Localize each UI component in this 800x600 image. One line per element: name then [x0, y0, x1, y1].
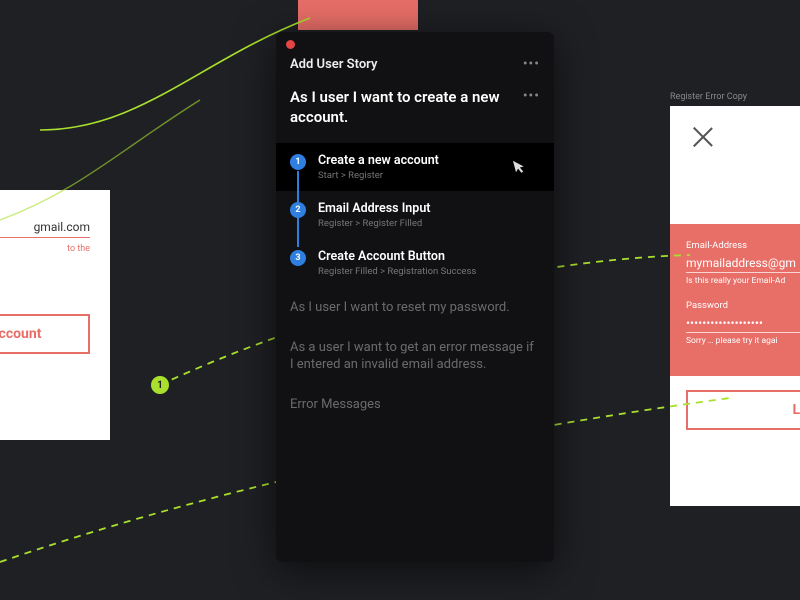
step-number-badge: 3 [290, 250, 306, 266]
password-field[interactable]: ••••••••••••••••••• [686, 314, 800, 333]
story-item[interactable]: Error Messages [290, 396, 540, 414]
step-connector [297, 215, 299, 247]
password-error-hint: Sorry … please try it agai [686, 336, 800, 346]
email-error-hint: Is this really your Email-Ad [686, 276, 800, 286]
login-button[interactable]: Login [686, 390, 800, 430]
user-story-panel: Add User Story ••• As I user I want to c… [276, 32, 554, 562]
close-icon[interactable] [692, 126, 714, 148]
window-close-icon[interactable] [286, 40, 295, 49]
password-label: Password [686, 300, 800, 311]
artboard-register-error[interactable]: up Email-Address mymailaddress@gm Is thi… [670, 106, 800, 506]
step-connector [297, 171, 299, 203]
story-item[interactable]: As a user I want to get an error message… [290, 339, 540, 374]
artboard-accent-block [298, 0, 418, 30]
step-path: Register > Register Filled [318, 218, 540, 229]
story-step[interactable]: 1 Create a new account Start > Register [276, 143, 554, 191]
step-name: Email Address Input [318, 201, 540, 216]
artboard-register[interactable]: gmail.com to the ccount [0, 190, 110, 440]
story-menu-icon[interactable]: ••• [523, 88, 540, 104]
story-title: As I user I want to create a new account… [290, 88, 511, 127]
story-step[interactable]: 3 Create Account Button Register Filled … [276, 239, 554, 287]
story-item[interactable]: As I user I want to reset my password. [290, 299, 540, 317]
panel-title: Add User Story [290, 57, 377, 72]
email-hint: to the [0, 244, 90, 254]
other-stories-list: As I user I want to reset my password. A… [276, 287, 554, 425]
email-label: Email-Address [686, 240, 800, 251]
step-name: Create Account Button [318, 249, 540, 264]
flow-node-marker[interactable]: 1 [151, 376, 169, 394]
email-value: gmail.com [0, 220, 90, 238]
window-titlebar [276, 32, 554, 50]
step-number-badge: 2 [290, 202, 306, 218]
step-path: Start > Register [318, 170, 540, 181]
step-number-badge: 1 [290, 154, 306, 170]
story-step[interactable]: 2 Email Address Input Register > Registe… [276, 191, 554, 239]
panel-menu-icon[interactable]: ••• [523, 56, 540, 72]
create-account-button[interactable]: ccount [0, 314, 90, 354]
story-steps: 1 Create a new account Start > Register … [276, 143, 554, 287]
artboard-label: Register Error Copy [670, 92, 747, 102]
step-name: Create a new account [318, 153, 540, 168]
brand-logo: up [670, 106, 800, 224]
email-field[interactable]: mymailaddress@gm [686, 254, 800, 273]
step-path: Register Filled > Registration Success [318, 266, 540, 277]
